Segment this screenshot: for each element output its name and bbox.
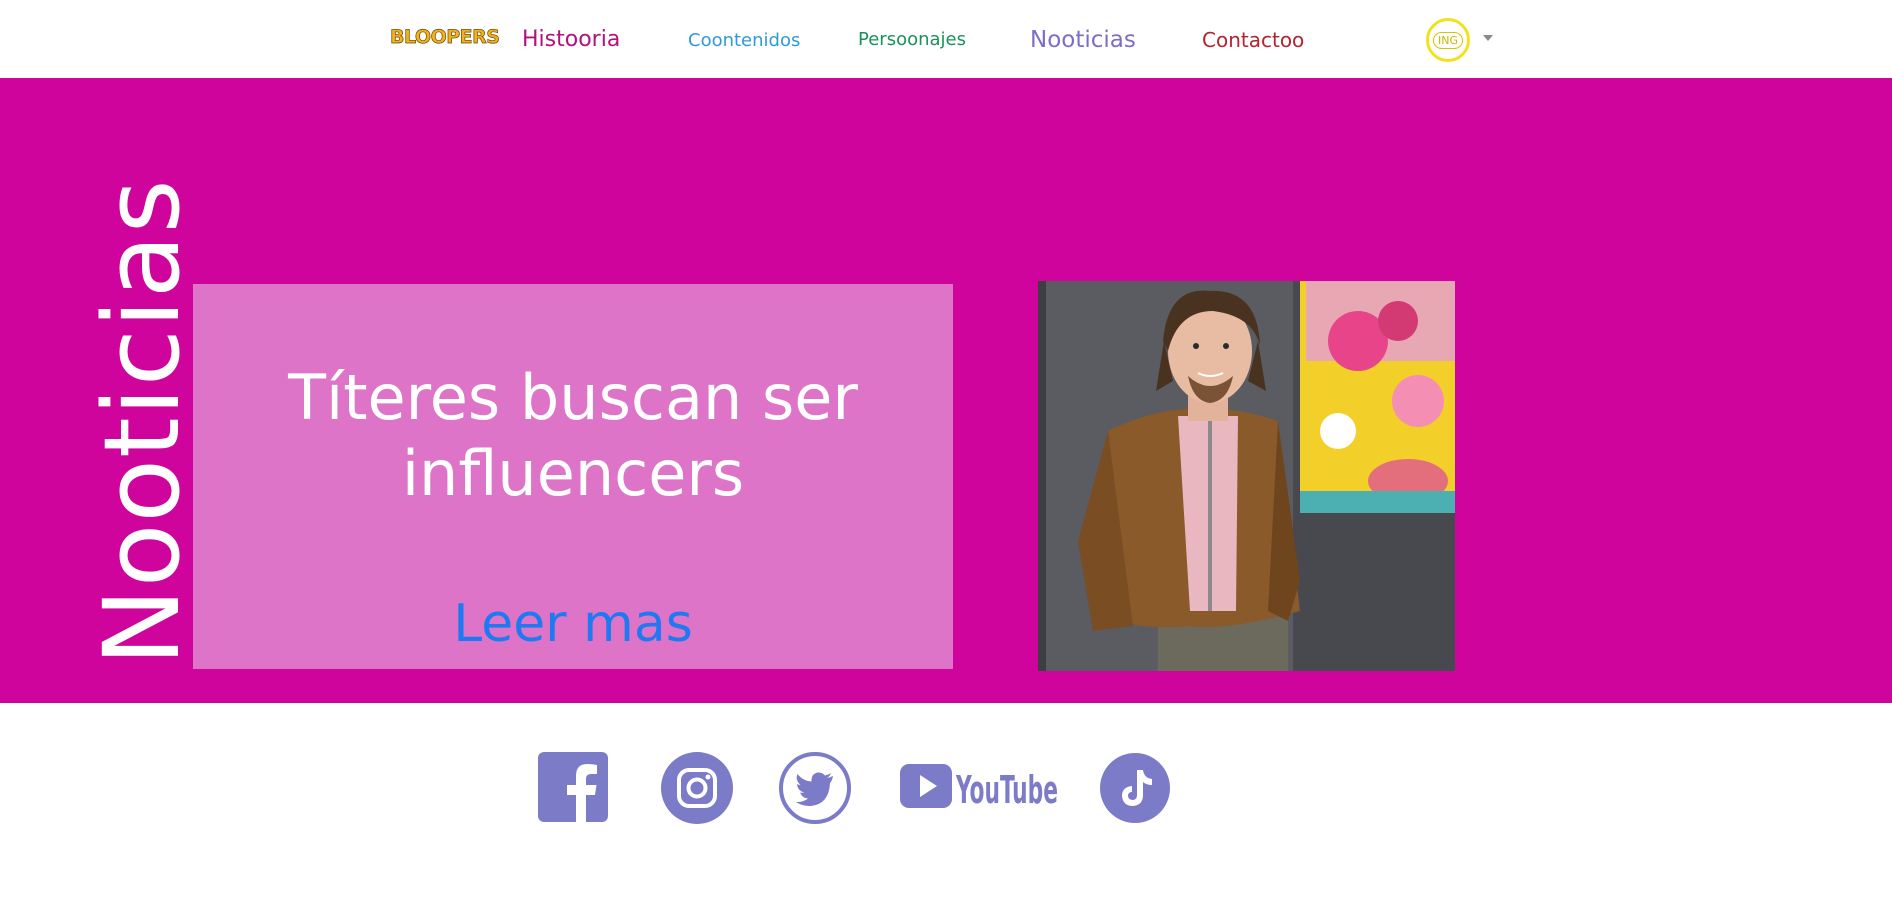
nav-link-historia[interactable]: Histooria <box>522 27 620 52</box>
nav-link-personajes[interactable]: Persoonajes <box>858 29 966 50</box>
youtube-icon[interactable]: YouTube <box>900 762 1060 834</box>
brand-logo[interactable]: BLOOPERS <box>390 26 501 49</box>
nav-link-contacto[interactable]: Contactoo <box>1202 28 1304 52</box>
youtube-wordmark: YouTube <box>955 768 1058 812</box>
news-card: Títeres buscan ser influencers Leer mas <box>193 284 953 669</box>
nav-link-noticias[interactable]: Nooticias <box>1030 27 1136 53</box>
section-title-vertical: Nooticias <box>81 178 203 666</box>
news-photo <box>1038 281 1455 671</box>
language-label: ING <box>1433 31 1463 49</box>
chevron-down-icon <box>1483 35 1493 41</box>
news-headline: Títeres buscan ser influencers <box>288 361 858 510</box>
navbar: BLOOPERS Histooria Coontenidos Persoonaj… <box>0 0 1892 78</box>
tiktok-icon[interactable] <box>1099 752 1171 824</box>
instagram-icon[interactable] <box>661 752 733 824</box>
read-more-link[interactable]: Leer mas <box>193 598 953 650</box>
language-dropdown[interactable]: ING <box>1426 18 1496 62</box>
twitter-icon[interactable] <box>779 752 851 824</box>
language-badge-icon: ING <box>1426 18 1470 62</box>
nav-link-contenidos[interactable]: Coontenidos <box>688 30 800 51</box>
facebook-icon[interactable] <box>538 752 608 824</box>
news-hero: Nooticias Títeres buscan ser influencers… <box>0 78 1892 703</box>
